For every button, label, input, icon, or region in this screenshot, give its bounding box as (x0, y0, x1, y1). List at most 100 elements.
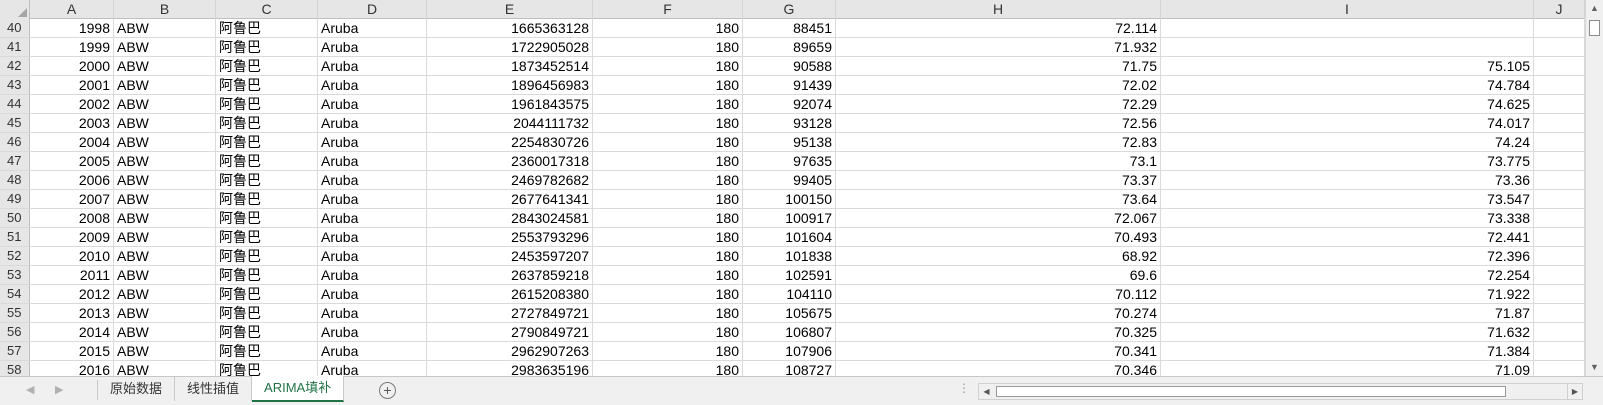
cell-f[interactable]: 180 (593, 76, 743, 94)
arrow-up-icon[interactable]: ▲ (1586, 0, 1603, 17)
cell-b[interactable]: ABW (114, 133, 216, 151)
arrow-down-icon[interactable]: ▼ (1586, 359, 1603, 376)
row-header[interactable]: 42 (0, 57, 30, 75)
cell-h[interactable]: 70.325 (836, 323, 1161, 341)
column-header-g[interactable]: G (743, 0, 836, 19)
cell-g[interactable]: 99405 (743, 171, 836, 189)
cell-f[interactable]: 180 (593, 57, 743, 75)
cell-a[interactable]: 2015 (30, 342, 114, 360)
cell-f[interactable]: 180 (593, 342, 743, 360)
cell-a[interactable]: 2002 (30, 95, 114, 113)
cell-c[interactable]: 阿鲁巴 (216, 304, 318, 322)
cell-e[interactable]: 1665363128 (427, 19, 593, 37)
cell-h[interactable]: 71.75 (836, 57, 1161, 75)
cell-g[interactable]: 100917 (743, 209, 836, 227)
cell-c[interactable]: 阿鲁巴 (216, 361, 318, 376)
cell-i[interactable]: 73.36 (1161, 171, 1534, 189)
column-header-e[interactable]: E (427, 0, 593, 19)
row-header[interactable]: 53 (0, 266, 30, 284)
cell-i[interactable]: 71.384 (1161, 342, 1534, 360)
cell-h[interactable]: 72.29 (836, 95, 1161, 113)
cell-d[interactable]: Aruba (318, 209, 427, 227)
cell-d[interactable]: Aruba (318, 361, 427, 376)
cell-c[interactable]: 阿鲁巴 (216, 342, 318, 360)
cell-e[interactable]: 1722905028 (427, 38, 593, 56)
cell-j[interactable] (1534, 342, 1585, 360)
cell-d[interactable]: Aruba (318, 228, 427, 246)
cell-f[interactable]: 180 (593, 361, 743, 376)
cell-f[interactable]: 180 (593, 228, 743, 246)
cell-d[interactable]: Aruba (318, 323, 427, 341)
row-header[interactable]: 45 (0, 114, 30, 132)
cell-d[interactable]: Aruba (318, 19, 427, 37)
column-header-j[interactable]: J (1534, 0, 1585, 19)
cell-j[interactable] (1534, 133, 1585, 151)
cell-i[interactable]: 75.105 (1161, 57, 1534, 75)
row-header[interactable]: 47 (0, 152, 30, 170)
cell-b[interactable]: ABW (114, 342, 216, 360)
row-header[interactable]: 55 (0, 304, 30, 322)
cell-i[interactable]: 74.24 (1161, 133, 1534, 151)
cell-a[interactable]: 2006 (30, 171, 114, 189)
cell-h[interactable]: 70.341 (836, 342, 1161, 360)
cell-g[interactable]: 108727 (743, 361, 836, 376)
cell-e[interactable]: 2637859218 (427, 266, 593, 284)
row-header[interactable]: 52 (0, 247, 30, 265)
cell-j[interactable] (1534, 361, 1585, 376)
cell-c[interactable]: 阿鲁巴 (216, 171, 318, 189)
cell-j[interactable] (1534, 114, 1585, 132)
cell-j[interactable] (1534, 228, 1585, 246)
column-header-d[interactable]: D (318, 0, 427, 19)
cell-a[interactable]: 2009 (30, 228, 114, 246)
cell-a[interactable]: 2014 (30, 323, 114, 341)
cell-e[interactable]: 2843024581 (427, 209, 593, 227)
cell-h[interactable]: 72.067 (836, 209, 1161, 227)
column-header-b[interactable]: B (114, 0, 216, 19)
cell-a[interactable]: 2004 (30, 133, 114, 151)
cell-c[interactable]: 阿鲁巴 (216, 228, 318, 246)
cell-c[interactable]: 阿鲁巴 (216, 209, 318, 227)
cell-j[interactable] (1534, 19, 1585, 37)
cell-c[interactable]: 阿鲁巴 (216, 95, 318, 113)
cell-i[interactable] (1161, 19, 1534, 37)
cell-a[interactable]: 2010 (30, 247, 114, 265)
cell-c[interactable]: 阿鲁巴 (216, 19, 318, 37)
cell-e[interactable]: 2727849721 (427, 304, 593, 322)
cell-b[interactable]: ABW (114, 285, 216, 303)
cell-h[interactable]: 70.346 (836, 361, 1161, 376)
cell-d[interactable]: Aruba (318, 247, 427, 265)
cell-i[interactable]: 71.87 (1161, 304, 1534, 322)
cell-h[interactable]: 70.274 (836, 304, 1161, 322)
cell-j[interactable] (1534, 152, 1585, 170)
cell-h[interactable]: 71.932 (836, 38, 1161, 56)
cell-g[interactable]: 91439 (743, 76, 836, 94)
cell-e[interactable]: 2254830726 (427, 133, 593, 151)
tab-arima-fill[interactable]: ARIMA填补 (252, 376, 345, 402)
cell-f[interactable]: 180 (593, 285, 743, 303)
cell-c[interactable]: 阿鲁巴 (216, 38, 318, 56)
row-header[interactable]: 51 (0, 228, 30, 246)
cell-d[interactable]: Aruba (318, 76, 427, 94)
cell-j[interactable] (1534, 323, 1585, 341)
cell-g[interactable]: 88451 (743, 19, 836, 37)
cell-f[interactable]: 180 (593, 171, 743, 189)
row-header[interactable]: 43 (0, 76, 30, 94)
row-header[interactable]: 41 (0, 38, 30, 56)
cell-d[interactable]: Aruba (318, 152, 427, 170)
cell-b[interactable]: ABW (114, 152, 216, 170)
cell-b[interactable]: ABW (114, 228, 216, 246)
arrow-right-icon[interactable]: ▶ (55, 383, 63, 396)
cell-b[interactable]: ABW (114, 361, 216, 376)
cell-a[interactable]: 2013 (30, 304, 114, 322)
cell-h[interactable]: 69.6 (836, 266, 1161, 284)
cell-e[interactable]: 2453597207 (427, 247, 593, 265)
cell-e[interactable]: 2677641341 (427, 190, 593, 208)
cell-i[interactable]: 72.396 (1161, 247, 1534, 265)
cell-a[interactable]: 2005 (30, 152, 114, 170)
cell-c[interactable]: 阿鲁巴 (216, 247, 318, 265)
cell-d[interactable]: Aruba (318, 266, 427, 284)
cell-d[interactable]: Aruba (318, 38, 427, 56)
column-header-f[interactable]: F (593, 0, 743, 19)
cell-e[interactable]: 2962907263 (427, 342, 593, 360)
cell-e[interactable]: 2553793296 (427, 228, 593, 246)
